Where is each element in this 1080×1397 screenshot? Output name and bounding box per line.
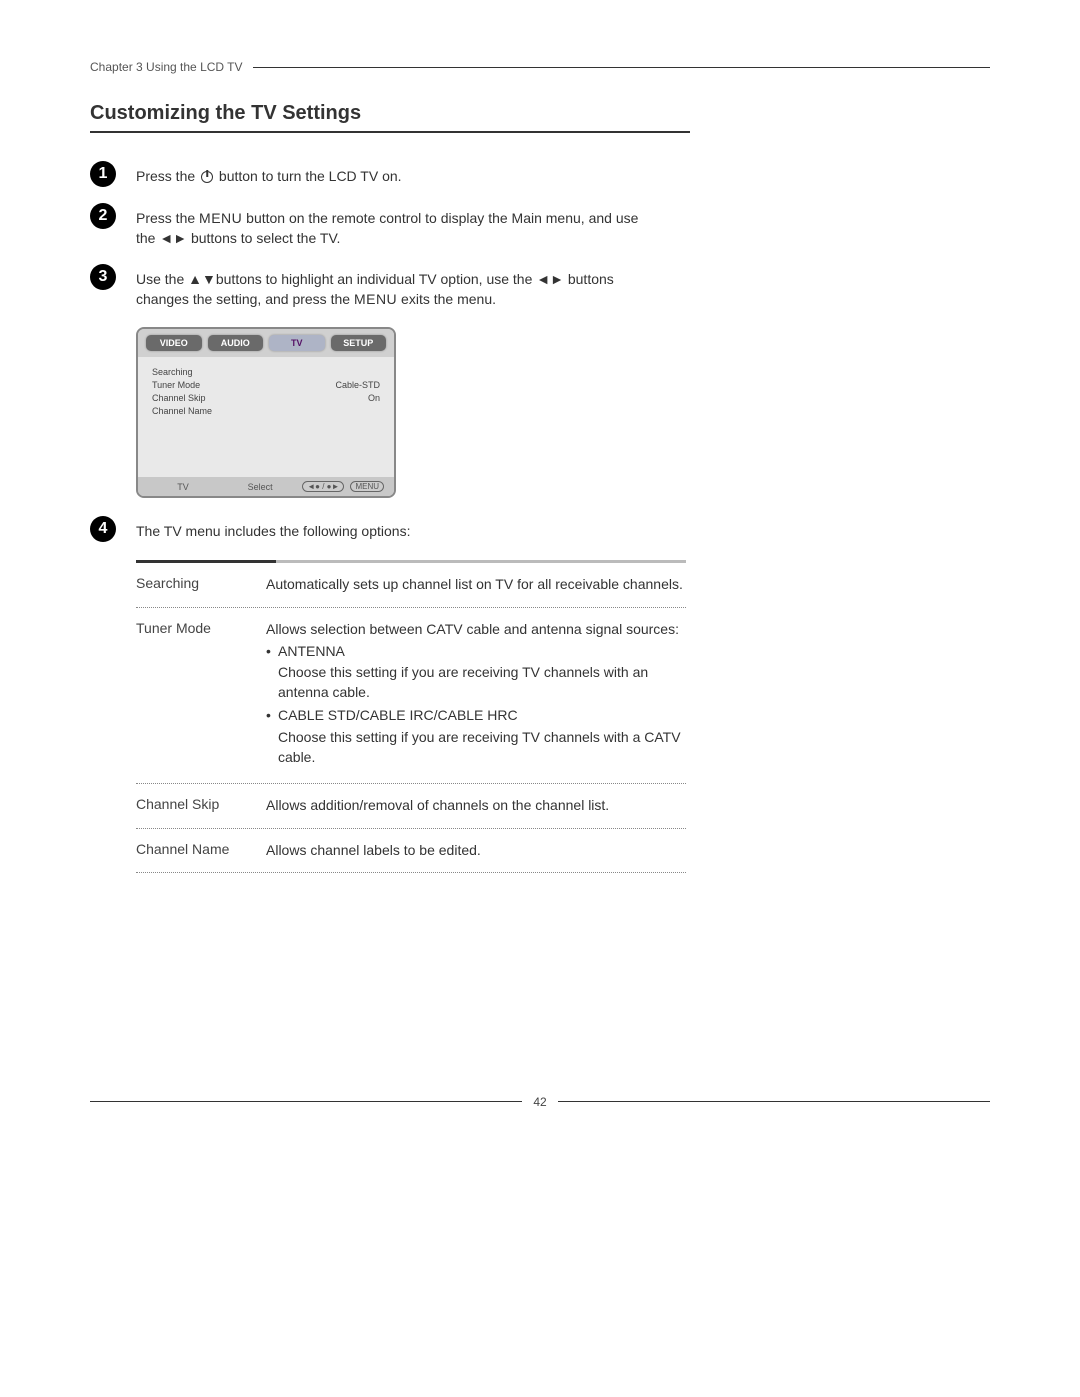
osd-tab: AUDIO	[208, 335, 264, 351]
osd-menu: VIDEO AUDIO TV SETUP Searching Tuner Mode Cabl…	[136, 327, 396, 498]
options-table: SearchingAutomatically sets up channel l…	[136, 563, 686, 873]
step-number: 4	[90, 516, 116, 542]
step-body: Press the MENU button on the remote cont…	[136, 205, 656, 248]
step-text: button to turn the LCD TV on.	[215, 168, 402, 184]
step-number: 1	[90, 161, 116, 187]
option-desc: Allows addition/removal of channels on t…	[266, 796, 686, 816]
option-desc: Allows channel labels to be edited.	[266, 841, 686, 861]
option-row: SearchingAutomatically sets up channel l…	[136, 563, 686, 608]
option-desc: Automatically sets up channel list on TV…	[266, 575, 686, 595]
option-desc-line: ANTENNA	[266, 642, 686, 662]
step-body: Press the button to turn the LCD TV on.	[136, 163, 656, 187]
step-text: Press the	[136, 210, 199, 226]
header-rule	[253, 67, 990, 68]
step-text: The TV menu includes the following optio…	[136, 523, 410, 539]
osd-tab: VIDEO	[146, 335, 202, 351]
page-number: 42	[525, 1095, 554, 1109]
osd-row-label: Searching	[152, 367, 193, 377]
option-name: Searching	[136, 575, 266, 595]
osd-footer: TVSelect◄● / ●► MENU	[138, 477, 394, 496]
step-text: exits the menu.	[397, 291, 496, 307]
osd-row: Channel Skip On	[152, 393, 380, 403]
osd-tabs: VIDEO AUDIO TV SETUP	[138, 329, 394, 357]
option-desc-line: Allows channel labels to be edited.	[266, 841, 686, 861]
section-title: Customizing the TV Settings	[90, 102, 990, 125]
option-desc-line: Allows selection between CATV cable and …	[266, 620, 686, 640]
title-underline	[90, 131, 690, 133]
option-desc-line: Allows addition/removal of channels on t…	[266, 796, 686, 816]
osd-row-value: On	[368, 393, 380, 403]
option-name: Tuner Mode	[136, 620, 266, 771]
option-desc-line: Choose this setting if you are receiving…	[266, 728, 686, 767]
option-desc-line: CABLE STD/CABLE IRC/CABLE HRC	[266, 706, 686, 726]
osd-arrow-hint: ◄● / ●►	[302, 481, 344, 492]
step: 2 Press the MENU button on the remote con…	[90, 205, 990, 248]
osd-row-label: Channel Name	[152, 406, 212, 416]
osd-tab: TV	[269, 335, 325, 351]
osd-menu-hint: MENU	[350, 481, 384, 492]
chapter-label: Chapter 3 Using the LCD TV	[90, 60, 253, 74]
step-text: Press the	[136, 168, 199, 184]
step-body: Use the ▲▼buttons to highlight an indivi…	[136, 266, 656, 309]
menu-label: MENU	[199, 210, 242, 226]
option-name: Channel Skip	[136, 796, 266, 816]
power-icon	[201, 171, 213, 183]
option-name: Channel Name	[136, 841, 266, 861]
option-desc: Allows selection between CATV cable and …	[266, 620, 686, 771]
steps-list: 1 Press the button to turn the LCD TV on.…	[90, 163, 990, 873]
option-row: Channel NameAllows channel labels to be …	[136, 829, 686, 874]
step-number: 2	[90, 203, 116, 229]
chapter-header: Chapter 3 Using the LCD TV	[90, 60, 990, 74]
step: 3 Use the ▲▼buttons to highlight an indiv…	[90, 266, 990, 309]
option-row: Channel SkipAllows addition/removal of c…	[136, 784, 686, 829]
osd-row: Tuner Mode Cable-STD	[152, 380, 380, 390]
step: 4 The TV menu includes the following opti…	[90, 518, 990, 542]
step-number: 3	[90, 264, 116, 290]
footer-rule	[558, 1101, 990, 1102]
osd-body: Searching Tuner Mode Cable-STD Channel Skip…	[138, 357, 394, 477]
page-footer: 42	[90, 1093, 990, 1109]
osd-row-label: Tuner Mode	[152, 380, 200, 390]
osd-tab: SETUP	[331, 335, 387, 351]
osd-row: Channel Name	[152, 406, 380, 416]
osd-row: Searching	[152, 367, 380, 377]
osd-footer-right: ◄● / ●► MENU	[302, 481, 384, 492]
osd-footer-left: TV	[148, 482, 218, 492]
step-body: The TV menu includes the following optio…	[136, 518, 656, 542]
menu-label: MENU	[354, 291, 397, 307]
osd-row-value: Cable-STD	[335, 380, 380, 390]
option-desc-line: Automatically sets up channel list on TV…	[266, 575, 686, 595]
footer-rule	[90, 1101, 522, 1102]
step: 1 Press the button to turn the LCD TV on.	[90, 163, 990, 187]
option-row: Tuner ModeAllows selection between CATV …	[136, 608, 686, 784]
osd-footer-center: Select	[218, 482, 302, 492]
option-desc-line: Choose this setting if you are receiving…	[266, 663, 686, 702]
osd-row-label: Channel Skip	[152, 393, 206, 403]
